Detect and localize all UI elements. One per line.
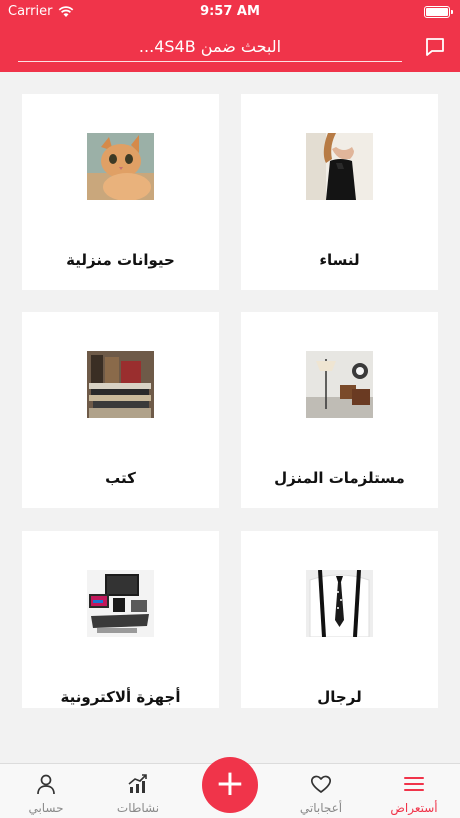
- category-label: لرجال: [317, 688, 362, 706]
- tab-label: أستعراض: [390, 801, 438, 815]
- category-label: لنساء: [319, 251, 360, 269]
- category-label: حيوانات منزلية: [66, 251, 175, 269]
- tab-likes[interactable]: أعجاباتي: [281, 764, 361, 818]
- tab-browse[interactable]: أستعراض: [374, 764, 454, 818]
- home-decor-photo: [306, 351, 373, 418]
- person-icon: [37, 774, 55, 795]
- battery-icon: [424, 6, 453, 18]
- kitten-photo: [87, 133, 154, 200]
- electronics-photo: [87, 570, 154, 637]
- books-stack-photo: [87, 351, 154, 418]
- heart-icon: [310, 775, 332, 793]
- category-grid: لنساء حيوانات منزلية مستلزمات المنزل كتب…: [22, 94, 438, 708]
- activity-chart-icon: [128, 774, 147, 793]
- category-card-electronics[interactable]: أجهزة ألاكترونية: [22, 531, 219, 708]
- app-header: Carrier 9:57 AM البحث ضمن 4S4B...: [0, 0, 460, 72]
- category-card-men[interactable]: لرجال: [241, 531, 438, 708]
- category-card-home[interactable]: مستلزمات المنزل: [241, 312, 438, 508]
- tab-activity[interactable]: نشاطات: [98, 764, 178, 818]
- category-card-books[interactable]: كتب: [22, 312, 219, 508]
- chat-bubble-icon[interactable]: [424, 36, 446, 58]
- category-label: مستلزمات المنزل: [274, 469, 405, 487]
- status-bar: Carrier 9:57 AM: [0, 0, 460, 24]
- category-label: كتب: [105, 469, 136, 487]
- tab-label: نشاطات: [116, 801, 160, 815]
- search-input[interactable]: البحث ضمن 4S4B...: [18, 34, 402, 62]
- category-label: أجهزة ألاكترونية: [60, 688, 181, 706]
- tab-label: أعجاباتي: [299, 801, 343, 815]
- man-suspenders-tie-photo: [306, 570, 373, 637]
- tab-label: حسابي: [28, 801, 64, 815]
- tab-account[interactable]: حسابي: [6, 764, 86, 818]
- category-card-pets[interactable]: حيوانات منزلية: [22, 94, 219, 290]
- category-card-women[interactable]: لنساء: [241, 94, 438, 290]
- add-button[interactable]: +: [202, 757, 258, 813]
- status-time: 9:57 AM: [200, 4, 260, 19]
- woman-black-top-photo: [306, 133, 373, 200]
- menu-icon: [404, 777, 424, 791]
